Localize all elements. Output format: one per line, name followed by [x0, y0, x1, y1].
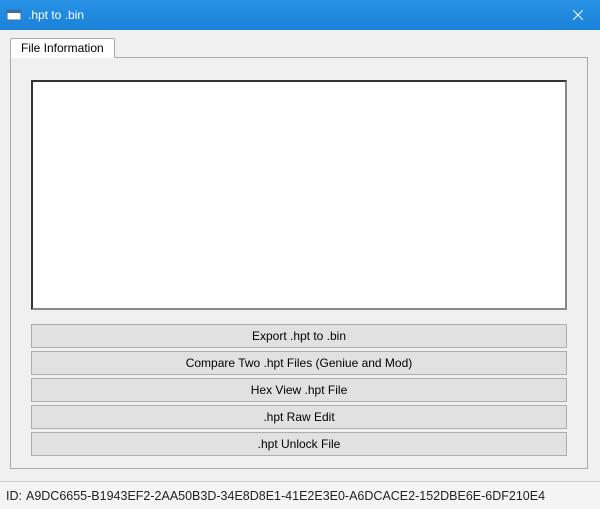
output-textbox[interactable]	[31, 80, 567, 310]
window-title: .hpt to .bin	[28, 8, 555, 22]
app-icon	[6, 7, 22, 23]
client-area: File Information Export .hpt to .bin Com…	[0, 30, 600, 481]
close-button[interactable]	[555, 0, 600, 30]
unlock-button[interactable]: .hpt Unlock File	[31, 432, 567, 456]
status-id-label: ID:	[6, 489, 22, 503]
titlebar: .hpt to .bin	[0, 0, 600, 30]
status-id-value: A9DC6655-B1943EF2-2AA50B3D-34E8D8E1-41E2…	[26, 489, 545, 503]
close-icon	[573, 10, 583, 20]
rawedit-button[interactable]: .hpt Raw Edit	[31, 405, 567, 429]
tab-file-information[interactable]: File Information	[10, 38, 115, 58]
tab-panel: Export .hpt to .bin Compare Two .hpt Fil…	[10, 57, 588, 469]
export-button[interactable]: Export .hpt to .bin	[31, 324, 567, 348]
button-stack: Export .hpt to .bin Compare Two .hpt Fil…	[31, 324, 567, 456]
compare-button[interactable]: Compare Two .hpt Files (Geniue and Mod)	[31, 351, 567, 375]
tab-label: File Information	[21, 41, 104, 55]
hexview-button[interactable]: Hex View .hpt File	[31, 378, 567, 402]
statusbar: ID: A9DC6655-B1943EF2-2AA50B3D-34E8D8E1-…	[0, 481, 600, 509]
